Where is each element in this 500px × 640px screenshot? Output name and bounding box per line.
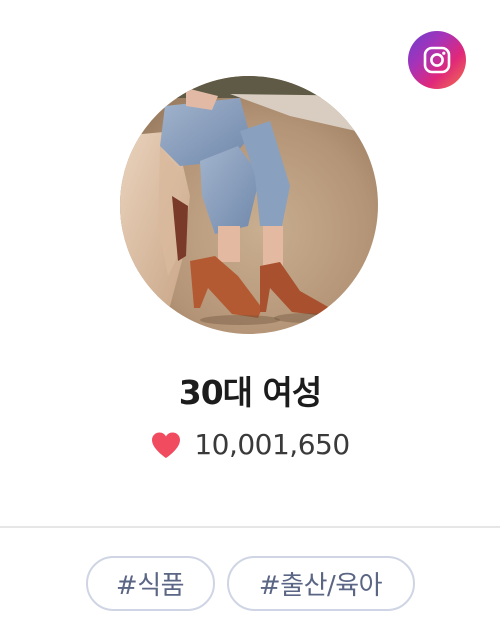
avatar-photo bbox=[120, 76, 378, 334]
instagram-button[interactable] bbox=[408, 31, 466, 89]
profile-name: 30대 여성 bbox=[178, 373, 323, 412]
tag-list: #식품 #출산/육아 bbox=[0, 556, 500, 611]
heart-icon bbox=[152, 432, 181, 458]
tag-food[interactable]: #식품 bbox=[85, 556, 215, 611]
tag-birth-childcare[interactable]: #출산/육아 bbox=[226, 556, 415, 611]
likes-row: 10,001,650 bbox=[0, 428, 500, 461]
profile-avatar bbox=[120, 76, 378, 334]
divider bbox=[0, 526, 500, 528]
instagram-icon bbox=[423, 46, 451, 74]
likes-count: 10,001,650 bbox=[194, 428, 350, 461]
influencer-card: 30대 여성 10,001,650 #식품 #출산/육아 bbox=[0, 0, 500, 640]
